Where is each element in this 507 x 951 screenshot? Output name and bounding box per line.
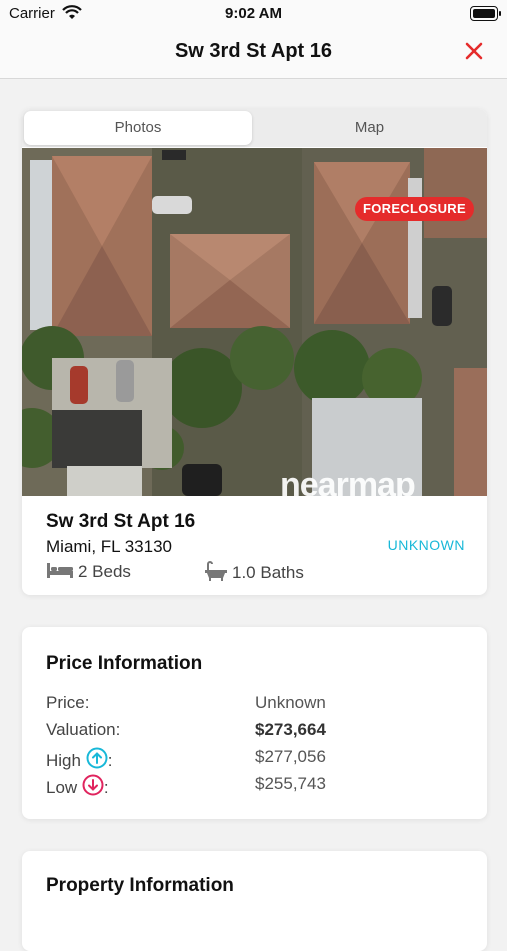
navigation-bar: Sw 3rd St Apt 16 xyxy=(0,28,507,79)
aerial-photo[interactable]: FORECLOSURE nearmap xyxy=(22,148,487,496)
foreclosure-badge: FORECLOSURE xyxy=(355,197,474,221)
listing-card: Photos Map FORECLOSURE nearmap Sw 3rd St… xyxy=(22,109,487,595)
valuation-label: Valuation: xyxy=(46,720,121,739)
property-information-title: Property Information xyxy=(46,875,234,896)
bathtub-icon xyxy=(204,561,228,586)
low-label: Low xyxy=(46,778,78,797)
low-label-row: Low : xyxy=(46,774,109,801)
price-information-card: Price Information Price: Unknown Valuati… xyxy=(22,627,487,819)
listing-city: Miami, FL 33130 xyxy=(46,537,172,556)
property-information-card: Property Information xyxy=(22,851,487,951)
close-icon[interactable] xyxy=(459,36,489,66)
beds-label: 2 Beds xyxy=(78,561,131,581)
photo-map-segmented-control: Photos Map xyxy=(22,109,487,147)
beds-info: 2 Beds xyxy=(46,561,131,584)
price-value: Unknown xyxy=(255,693,326,712)
listing-status: UNKNOWN xyxy=(387,537,465,553)
tab-map[interactable]: Map xyxy=(254,111,485,145)
arrow-down-circle-icon xyxy=(82,774,104,801)
nav-title: Sw 3rd St Apt 16 xyxy=(174,40,333,62)
status-time: 9:02 AM xyxy=(225,5,282,22)
bed-icon xyxy=(46,561,74,584)
high-value: $277,056 xyxy=(255,747,326,766)
baths-info: 1.0 Baths xyxy=(204,561,304,586)
high-label-row: High : xyxy=(46,747,112,774)
status-bar: Carrier 9:02 AM xyxy=(0,0,507,28)
nearmap-watermark: nearmap xyxy=(280,466,416,496)
low-colon: : xyxy=(103,778,109,797)
high-colon: : xyxy=(107,751,113,770)
baths-label: 1.0 Baths xyxy=(232,562,304,582)
low-value: $255,743 xyxy=(255,774,326,793)
tab-photos[interactable]: Photos xyxy=(24,111,252,145)
battery-icon xyxy=(470,6,501,21)
listing-title: Sw 3rd St Apt 16 xyxy=(46,511,196,532)
price-information-title: Price Information xyxy=(46,653,203,674)
valuation-value: $273,664 xyxy=(255,720,326,739)
price-label: Price: xyxy=(46,693,90,712)
high-label: High xyxy=(46,751,81,770)
arrow-up-circle-icon xyxy=(86,747,108,774)
